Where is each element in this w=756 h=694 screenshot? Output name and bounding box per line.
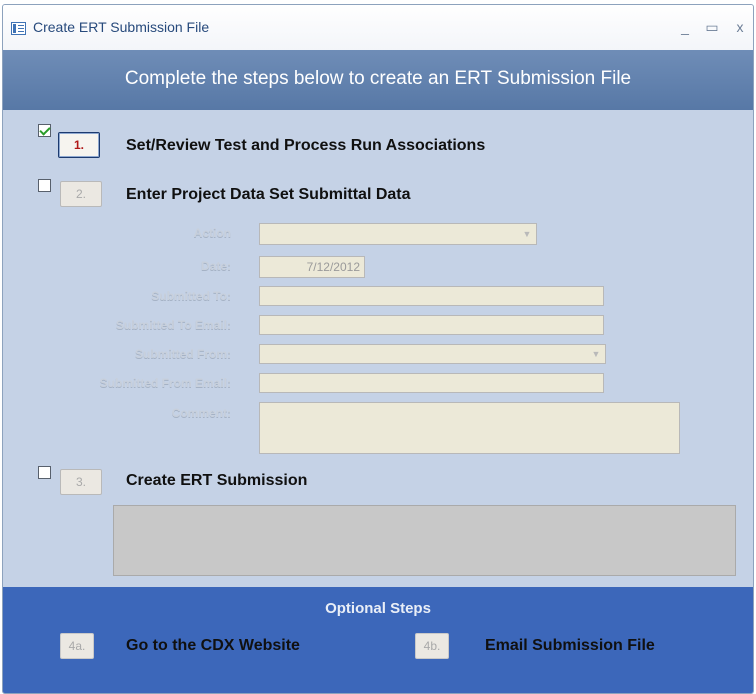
chevron-down-icon[interactable]: ▼ (519, 225, 535, 243)
action-combobox[interactable]: ▼ (259, 223, 537, 245)
title-bar: Create ERT Submission File _ ▭ x (3, 5, 753, 51)
date-field[interactable]: 7/12/2012 (259, 256, 365, 278)
submitted-from-email-label: Submitted From Email: (99, 376, 231, 390)
maximize-button[interactable]: ▭ (703, 19, 721, 36)
close-button[interactable]: x (731, 19, 749, 35)
submission-status-box (113, 505, 736, 576)
email-submission-label: Email Submission File (485, 637, 655, 654)
submitted-from-combobox[interactable]: ▼ (259, 344, 606, 364)
step-2-button[interactable]: 2. (60, 181, 102, 207)
comment-label: Comment: (171, 406, 231, 420)
cdx-website-label: Go to the CDX Website (126, 637, 300, 654)
submitted-from-label: Submitted From: (135, 347, 231, 361)
window-title: Create ERT Submission File (33, 19, 210, 35)
optional-steps-title: Optional Steps (325, 600, 431, 617)
step-2-checkbox[interactable] (38, 179, 51, 192)
header-instructions: Complete the steps below to create an ER… (124, 68, 632, 89)
step-1-button[interactable]: 1. (58, 132, 100, 158)
create-ert-window: Create ERT Submission File _ ▭ x Complet… (2, 4, 754, 694)
comment-textarea[interactable] (259, 402, 680, 454)
action-label: Action (193, 226, 231, 240)
step-3-label: Create ERT Submission (126, 472, 308, 489)
submitted-to-field[interactable] (259, 286, 604, 306)
form-icon (11, 22, 26, 35)
step-1-label: Set/Review Test and Process Run Associat… (126, 137, 486, 154)
submitted-from-email-field[interactable] (259, 373, 604, 393)
minimize-button[interactable]: _ (676, 19, 694, 35)
step-4b-button[interactable]: 4b. (415, 633, 449, 659)
header-banner: Complete the steps below to create an ER… (3, 50, 753, 110)
submitted-to-email-field[interactable] (259, 315, 604, 335)
date-label: Date: (200, 259, 231, 273)
step-3-button[interactable]: 3. (60, 469, 102, 495)
submitted-to-email-label: Submitted To Email: (115, 318, 231, 332)
step-2-label: Enter Project Data Set Submittal Data (126, 186, 411, 203)
step-3-checkbox[interactable] (38, 466, 51, 479)
chevron-down-icon[interactable]: ▼ (588, 346, 604, 362)
step-1-checkbox[interactable] (38, 124, 51, 137)
step-4a-button[interactable]: 4a. (60, 633, 94, 659)
submitted-to-label: Submitted To: (151, 289, 231, 303)
